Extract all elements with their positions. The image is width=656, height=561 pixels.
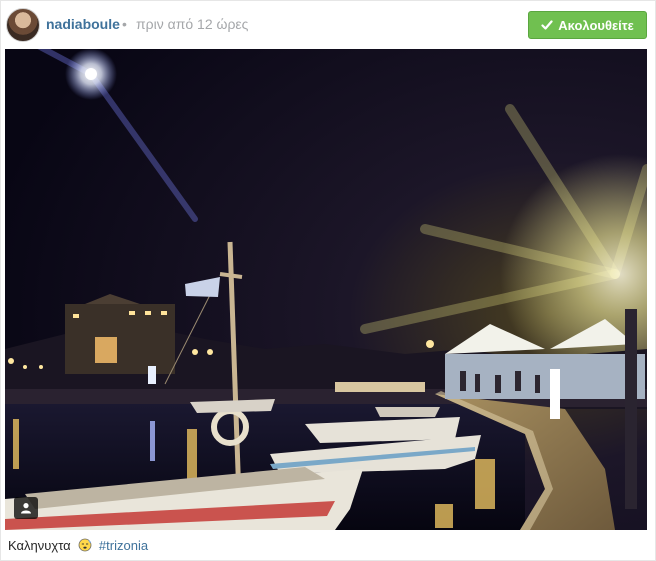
post-caption: Καληνυχτα #trizonia xyxy=(8,538,148,555)
username-link[interactable]: nadiaboule xyxy=(46,16,120,32)
separator-dot: • xyxy=(122,16,127,32)
post-header: nadiaboule • πριν από 12 ώρες Ακολουθείτ… xyxy=(1,1,656,49)
following-label: Ακολουθείτε xyxy=(558,17,634,33)
following-button[interactable]: Ακολουθείτε xyxy=(528,11,647,39)
hashtag-link[interactable]: #trizonia xyxy=(99,538,148,553)
person-icon xyxy=(21,503,31,514)
tagged-user-button[interactable] xyxy=(14,497,38,519)
post-photo[interactable] xyxy=(5,49,647,530)
check-icon xyxy=(541,19,553,31)
post-timestamp[interactable]: πριν από 12 ώρες xyxy=(136,16,248,32)
post-card: nadiaboule • πριν από 12 ώρες Ακολουθείτ… xyxy=(0,0,656,561)
avatar[interactable] xyxy=(6,8,40,42)
sleepy-face-icon xyxy=(78,538,92,555)
caption-text: Καληνυχτα xyxy=(8,538,71,553)
